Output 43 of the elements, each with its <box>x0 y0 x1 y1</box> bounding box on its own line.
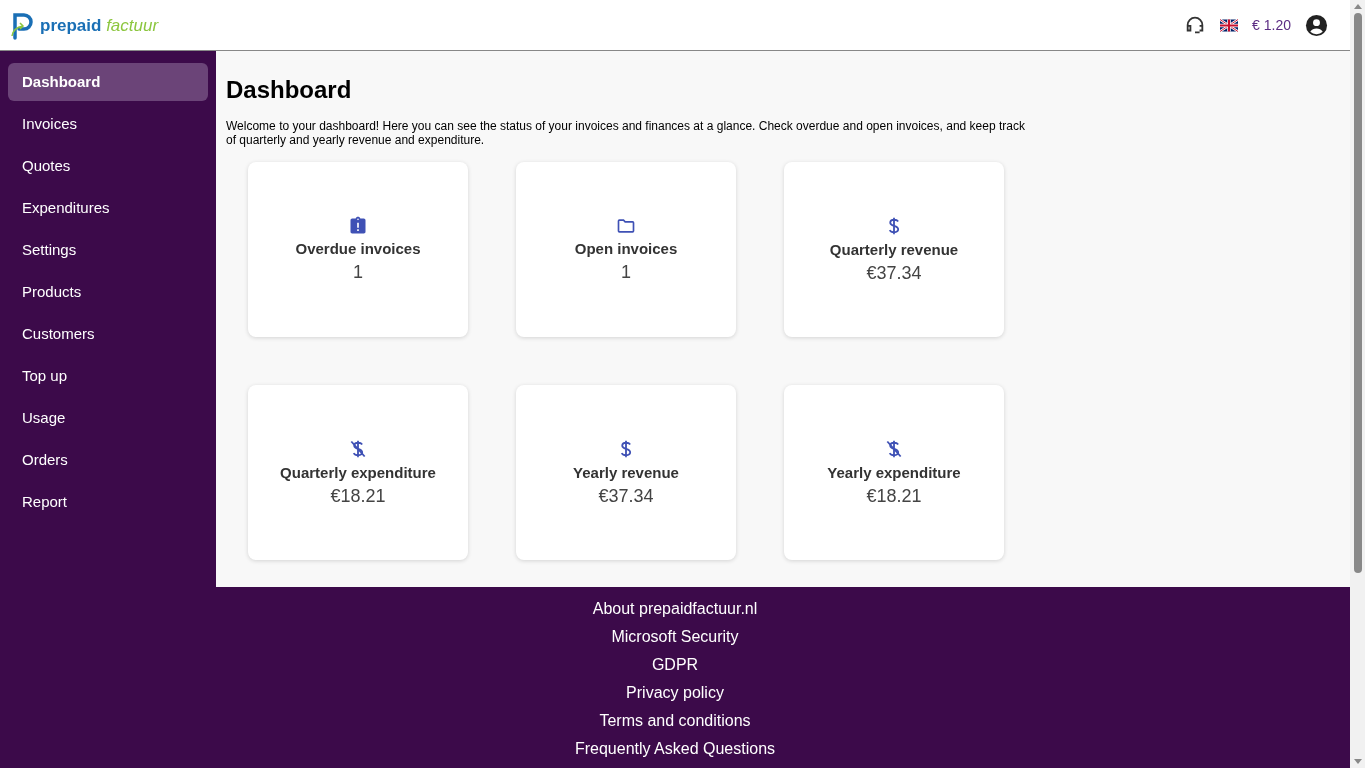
crossed-dollar-icon <box>884 438 904 460</box>
sidebar-item[interactable]: Orders <box>8 441 208 479</box>
stat-value: 1 <box>621 260 631 283</box>
scrollbar-thumb[interactable] <box>1353 13 1362 573</box>
stat-value: €18.21 <box>866 484 922 507</box>
stat-label: Open invoices <box>574 239 678 259</box>
sidebar-item[interactable]: Top up <box>8 357 208 395</box>
sidebar-item[interactable]: Customers <box>8 315 208 353</box>
footer-link[interactable]: Microsoft Security <box>611 625 739 648</box>
sidebar-item[interactable]: Expenditures <box>8 189 208 227</box>
clipboard-alert-icon <box>348 216 368 236</box>
sidebar-item[interactable]: Invoices <box>8 105 208 143</box>
scroll-up-icon[interactable] <box>1353 4 1362 9</box>
stat-value: €37.34 <box>598 484 654 507</box>
footer-link[interactable]: Frequently Asked Questions <box>574 737 776 760</box>
footer-link[interactable]: Privacy policy <box>626 681 724 704</box>
scroll-down-icon[interactable] <box>1353 759 1362 764</box>
footer-link[interactable]: Terms and conditions <box>599 709 751 732</box>
account-icon[interactable] <box>1305 13 1328 37</box>
sidebar-item[interactable]: Settings <box>8 231 208 269</box>
stat-label: Quarterly revenue <box>829 240 959 260</box>
folder-icon <box>615 216 637 236</box>
page-title: Dashboard <box>226 75 353 105</box>
flag-icon[interactable] <box>1220 18 1239 32</box>
intro-text: Welcome to your dashboard! Here you can see the status of your invoices and finances at a glance. Check overdue and open invoices, and keep track of quarterly and yearly revenue and expenditure. <box>226 119 1026 147</box>
stat-value: 1 <box>353 260 363 283</box>
stat-label: Overdue invoices <box>295 239 421 259</box>
crossed-dollar-icon <box>348 438 368 460</box>
sidebar-item[interactable]: Products <box>8 273 208 311</box>
logo-text[interactable]: prepaid factuur <box>40 16 159 34</box>
stat-value: €18.21 <box>330 484 386 507</box>
stat-label: Yearly revenue <box>573 463 679 483</box>
stat-label: Quarterly expenditure <box>280 463 436 483</box>
sidebar-item[interactable]: Quotes <box>8 147 208 185</box>
stat-label: Yearly expenditure <box>827 463 961 483</box>
balance-text: € 1.20 <box>1252 15 1291 35</box>
sidebar-item[interactable]: Usage <box>8 399 208 437</box>
stat-value: €37.34 <box>866 261 922 284</box>
footer-link[interactable]: About prepaidfactuur.nl <box>592 597 758 620</box>
logo-icon <box>10 10 36 40</box>
sidebar-item[interactable]: Report <box>8 483 208 521</box>
sidebar-item[interactable]: Dashboard <box>8 63 208 101</box>
footer-link[interactable]: GDPR <box>651 653 699 676</box>
